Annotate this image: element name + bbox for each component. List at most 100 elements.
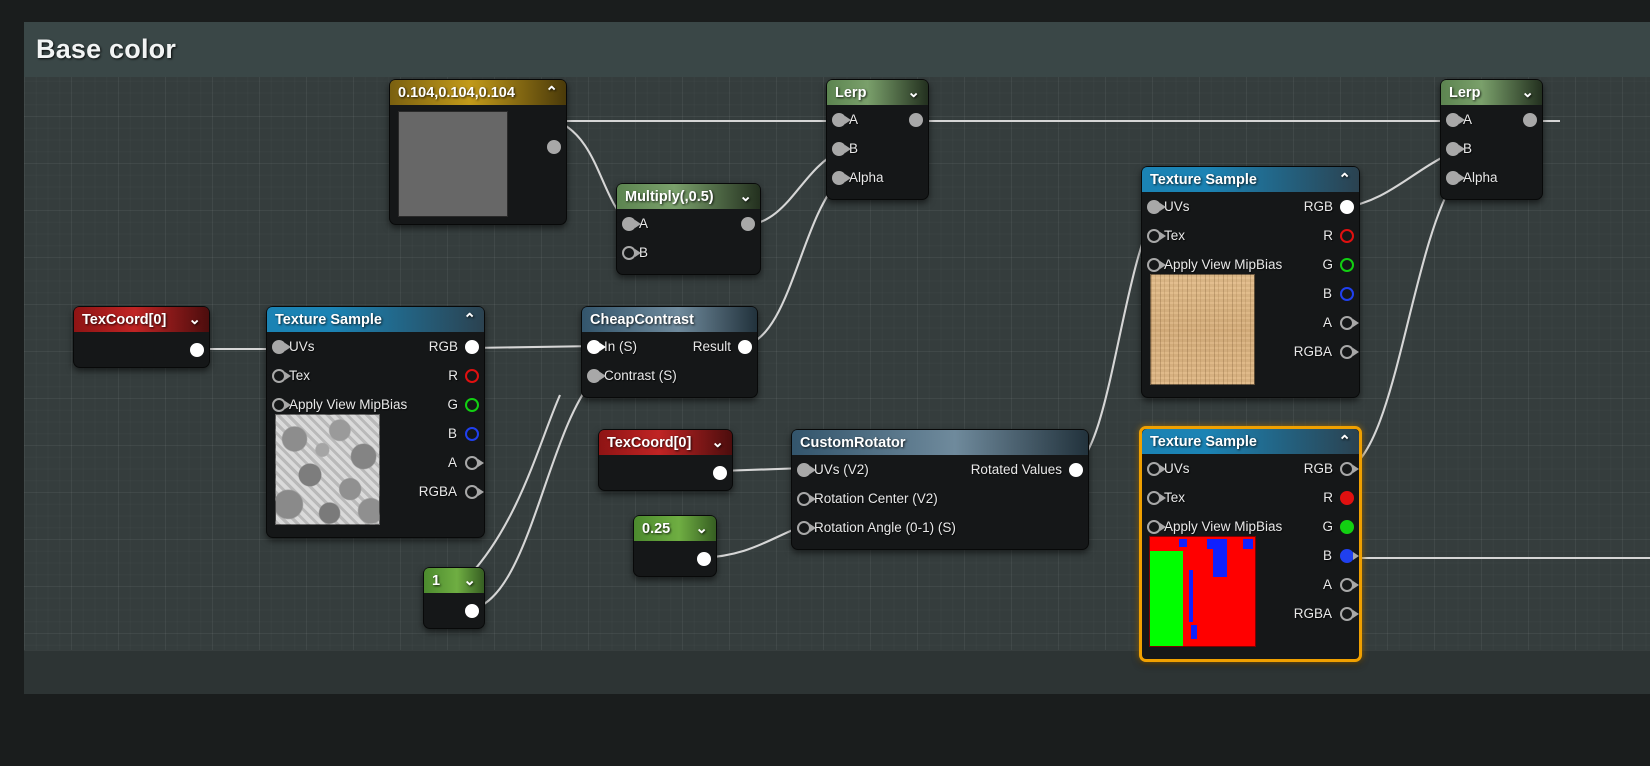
node-lerp-middle[interactable]: Lerp ⌄ A B Alpha: [826, 79, 929, 200]
node-header[interactable]: Lerp ⌄: [1441, 80, 1542, 105]
texture-preview-noise[interactable]: [275, 414, 380, 525]
output-pin-b[interactable]: [465, 426, 479, 441]
input-row-in[interactable]: In (S) Result: [582, 332, 757, 361]
chevron-down-icon[interactable]: ⌄: [1515, 85, 1534, 100]
chevron-down-icon[interactable]: ⌄: [901, 85, 920, 100]
chevron-up-icon[interactable]: ⌃: [1332, 172, 1351, 187]
node-texcoord-middle[interactable]: TexCoord[0] ⌄: [598, 429, 733, 491]
node-lerp-right[interactable]: Lerp ⌄ A B Alpha: [1440, 79, 1543, 200]
node-texcoord-left[interactable]: TexCoord[0] ⌄: [73, 306, 210, 368]
input-row-a[interactable]: A: [1441, 105, 1542, 134]
output-pin-b[interactable]: [1340, 286, 1354, 301]
output-pin-value[interactable]: [547, 140, 561, 154]
input-pin-tex[interactable]: [272, 368, 286, 383]
node-constant-025[interactable]: 0.25 ⌄: [633, 515, 717, 577]
node-header[interactable]: Texture Sample ⌃: [1142, 429, 1359, 454]
input-pin-tex[interactable]: [1147, 228, 1161, 243]
node-header[interactable]: Multiply(,0.5) ⌄: [617, 184, 760, 209]
input-row-rotation-center[interactable]: Rotation Center (V2): [792, 484, 1088, 513]
output-pin-result[interactable]: [909, 112, 923, 127]
chevron-down-icon[interactable]: ⌄: [689, 521, 708, 536]
chevron-down-icon[interactable]: ⌄: [457, 573, 476, 588]
node-multiply[interactable]: Multiply(,0.5) ⌄ A B: [616, 183, 761, 275]
input-row-alpha[interactable]: Alpha: [827, 163, 928, 192]
output-pin-a[interactable]: [1340, 577, 1354, 592]
node-header[interactable]: CheapContrast: [582, 307, 757, 332]
output-pin-result[interactable]: [1523, 112, 1537, 127]
input-row-uvs[interactable]: UVs (V2) Rotated Values: [792, 455, 1088, 484]
node-texture-sample-wood[interactable]: Texture Sample ⌃ UVs RGB Tex R Apply Vie…: [1141, 166, 1360, 398]
input-row-b[interactable]: B: [827, 134, 928, 163]
input-row-b[interactable]: B: [1441, 134, 1542, 163]
input-pin-apply-view-mipbias[interactable]: [272, 397, 286, 412]
input-pin-uvs[interactable]: [1147, 199, 1161, 214]
chevron-down-icon[interactable]: ⌄: [705, 435, 724, 450]
output-pin-rgba[interactable]: [1340, 606, 1354, 621]
node-texture-sample-mask[interactable]: Texture Sample ⌃ UVs RGB Tex R Apply Vie…: [1139, 426, 1362, 662]
input-pin-apply-view-mipbias[interactable]: [1147, 257, 1161, 272]
output-pin-uv[interactable]: [713, 466, 727, 480]
input-row-tex[interactable]: Tex R: [1142, 221, 1359, 250]
input-pin-alpha[interactable]: [832, 170, 846, 185]
input-row-tex[interactable]: Tex R: [267, 361, 484, 390]
texture-preview-wood[interactable]: [1150, 274, 1255, 385]
input-pin-a[interactable]: [832, 112, 846, 127]
node-constant-1[interactable]: 1 ⌄: [423, 567, 485, 629]
output-pin-r[interactable]: [1340, 490, 1354, 505]
input-pin-alpha[interactable]: [1446, 170, 1460, 185]
output-pin-g[interactable]: [1340, 257, 1354, 272]
node-header[interactable]: Texture Sample ⌃: [1142, 167, 1359, 192]
node-header[interactable]: CustomRotator: [792, 430, 1088, 455]
node-header[interactable]: 0.104,0.104,0.104 ⌃: [390, 80, 566, 105]
input-pin-rotation-center[interactable]: [797, 491, 811, 506]
node-texture-sample-noise[interactable]: Texture Sample ⌃ UVs RGB Tex R Apply Vie…: [266, 306, 485, 538]
chevron-up-icon[interactable]: ⌃: [539, 85, 558, 100]
output-pin-rgb[interactable]: [465, 339, 479, 354]
node-cheap-contrast[interactable]: CheapContrast In (S) Result Contrast (S): [581, 306, 758, 398]
chevron-down-icon[interactable]: ⌄: [733, 189, 752, 204]
output-pin-rotated-values[interactable]: [1069, 462, 1083, 477]
input-row-rotation-angle[interactable]: Rotation Angle (0-1) (S): [792, 513, 1088, 542]
output-pin-rgb[interactable]: [1340, 461, 1354, 476]
color-swatch[interactable]: [398, 111, 508, 217]
chevron-down-icon[interactable]: ⌄: [182, 312, 201, 327]
output-pin-uv[interactable]: [190, 343, 204, 357]
chevron-up-icon[interactable]: ⌃: [1332, 434, 1351, 449]
output-pin-g[interactable]: [1340, 519, 1354, 534]
input-row-a[interactable]: A: [827, 105, 928, 134]
node-custom-rotator[interactable]: CustomRotator UVs (V2) Rotated Values Ro…: [791, 429, 1089, 550]
output-pin-result[interactable]: [738, 339, 752, 354]
output-pin-b[interactable]: [1340, 548, 1354, 563]
input-pin-a[interactable]: [622, 216, 636, 231]
output-pin-r[interactable]: [1340, 228, 1354, 243]
input-row-contrast[interactable]: Contrast (S): [582, 361, 757, 390]
input-row-b[interactable]: B: [617, 238, 760, 267]
input-pin-b[interactable]: [622, 245, 636, 260]
input-pin-uvs[interactable]: [797, 462, 811, 477]
node-header[interactable]: 0.25 ⌄: [634, 516, 716, 541]
input-pin-rotation-angle[interactable]: [797, 520, 811, 535]
output-pin-a[interactable]: [465, 455, 479, 470]
input-pin-contrast[interactable]: [587, 368, 601, 383]
input-pin-tex[interactable]: [1147, 490, 1161, 505]
node-header[interactable]: 1 ⌄: [424, 568, 484, 593]
node-header[interactable]: Texture Sample ⌃: [267, 307, 484, 332]
output-pin-rgba[interactable]: [465, 484, 479, 499]
input-pin-uvs[interactable]: [272, 339, 286, 354]
output-pin-value[interactable]: [465, 604, 479, 618]
input-row-alpha[interactable]: Alpha: [1441, 163, 1542, 192]
input-row-tex[interactable]: Tex R: [1142, 483, 1359, 512]
node-header[interactable]: Lerp ⌄: [827, 80, 928, 105]
texture-preview-rgb-mask[interactable]: [1149, 536, 1256, 647]
input-row-uvs[interactable]: UVs RGB: [1142, 454, 1359, 483]
output-pin-value[interactable]: [697, 552, 711, 566]
input-pin-a[interactable]: [1446, 112, 1460, 127]
output-pin-a[interactable]: [1340, 315, 1354, 330]
output-pin-r[interactable]: [465, 368, 479, 383]
chevron-up-icon[interactable]: ⌃: [457, 312, 476, 327]
input-pin-apply-view-mipbias[interactable]: [1147, 519, 1161, 534]
input-row-uvs[interactable]: UVs RGB: [1142, 192, 1359, 221]
input-pin-b[interactable]: [1446, 141, 1460, 156]
input-pin-b[interactable]: [832, 141, 846, 156]
node-header[interactable]: TexCoord[0] ⌄: [74, 307, 209, 332]
